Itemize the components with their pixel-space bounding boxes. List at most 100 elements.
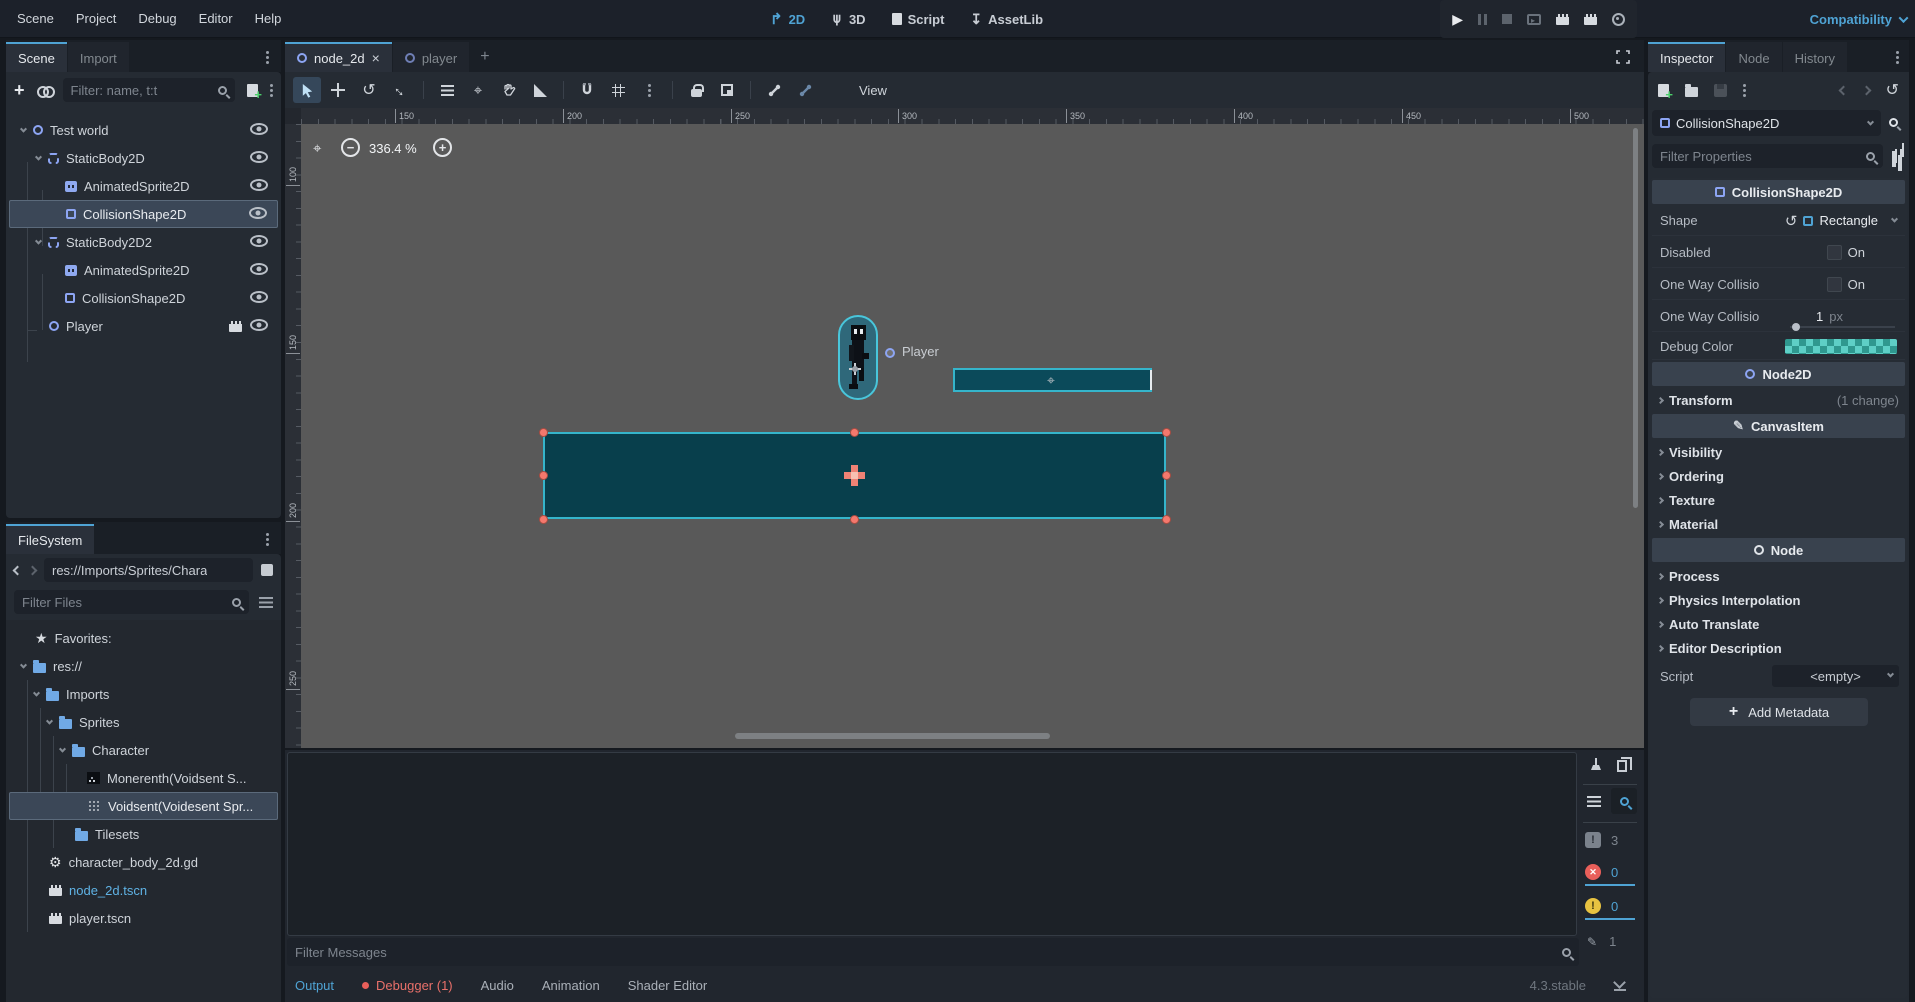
add-metadata-button[interactable]: + Add Metadata bbox=[1690, 698, 1868, 726]
scene-filter-input[interactable]: Filter: name, t:t bbox=[62, 78, 235, 102]
shape-handle[interactable] bbox=[539, 515, 548, 524]
add-node-button[interactable]: + bbox=[14, 80, 25, 101]
collapse-chevron-icon[interactable] bbox=[19, 125, 28, 133]
visibility-eye-icon[interactable] bbox=[250, 123, 268, 135]
revert-icon[interactable]: ↺ bbox=[1785, 212, 1798, 230]
grid-snap-toggle[interactable] bbox=[604, 77, 632, 103]
collapse-chevron-icon[interactable] bbox=[58, 745, 67, 753]
center-view-icon[interactable]: ⌖ bbox=[313, 140, 321, 157]
copy-icon[interactable] bbox=[1617, 757, 1632, 772]
dock-menu-icon[interactable] bbox=[266, 538, 269, 541]
group-process[interactable]: Process bbox=[1652, 564, 1905, 588]
warning-count-toggle[interactable]: ! 0 bbox=[1585, 898, 1635, 920]
play-current-scene-button[interactable] bbox=[1556, 13, 1569, 25]
vertical-scrollbar[interactable] bbox=[1633, 128, 1638, 508]
tab-player-scene[interactable]: player bbox=[392, 42, 470, 72]
tab-filesystem[interactable]: FileSystem bbox=[6, 524, 95, 554]
debugger-message-list[interactable] bbox=[287, 752, 1577, 936]
group-visibility[interactable]: Visibility bbox=[1652, 440, 1905, 464]
open-scene-icon[interactable] bbox=[229, 320, 242, 332]
fs-row-sprites[interactable]: Sprites bbox=[9, 708, 278, 736]
fs-row-favorites[interactable]: ★ Favorites: bbox=[9, 624, 278, 652]
visibility-eye-icon[interactable] bbox=[249, 207, 267, 219]
shape-handle[interactable] bbox=[850, 428, 859, 437]
sort-files-icon[interactable] bbox=[259, 596, 273, 608]
skeleton-bone-icon[interactable] bbox=[760, 77, 788, 103]
shape-handle[interactable] bbox=[1162, 471, 1171, 480]
fs-row-tilesets[interactable]: Tilesets bbox=[9, 820, 278, 848]
error-count-toggle[interactable]: ✕ 0 bbox=[1585, 864, 1635, 886]
tab-output[interactable]: Output bbox=[295, 978, 334, 993]
tab-node[interactable]: Node bbox=[1726, 42, 1782, 72]
path-breadcrumb[interactable]: res://Imports/Sprites/Chara bbox=[44, 558, 253, 582]
tab-scene[interactable]: Scene bbox=[6, 42, 67, 72]
fs-row-character-body-gd[interactable]: ⚙ character_body_2d.gd bbox=[9, 848, 278, 876]
margin-slider-grabber[interactable] bbox=[1792, 323, 1800, 331]
play-custom-scene-button[interactable] bbox=[1584, 13, 1597, 25]
load-resource-button[interactable] bbox=[1685, 83, 1698, 97]
fs-row-node2d-tscn[interactable]: node_2d.tscn bbox=[9, 876, 278, 904]
collapse-chevron-icon[interactable] bbox=[45, 717, 54, 725]
group-auto-translate[interactable]: Auto Translate bbox=[1652, 612, 1905, 636]
tree-row-test-world[interactable]: Test world bbox=[9, 116, 278, 144]
select-tool[interactable] bbox=[293, 77, 321, 103]
group-selected-button[interactable] bbox=[713, 77, 741, 103]
tree-row-collisionshape2d-2[interactable]: CollisionShape2D bbox=[9, 284, 278, 312]
collapse-chevron-icon[interactable] bbox=[32, 689, 41, 697]
dock-menu-icon[interactable] bbox=[1896, 56, 1899, 59]
margin-slider[interactable] bbox=[1790, 326, 1895, 328]
view-menu[interactable]: View bbox=[849, 79, 897, 102]
property-tools-icon[interactable] bbox=[1893, 149, 1905, 163]
shape-value[interactable]: Rectangle bbox=[1819, 213, 1878, 228]
nav-forward-icon[interactable] bbox=[27, 565, 38, 575]
group-ordering[interactable]: Ordering bbox=[1652, 464, 1905, 488]
debug-color-swatch[interactable] bbox=[1785, 339, 1897, 354]
move-panel-up-icon[interactable] bbox=[1614, 979, 1626, 991]
instance-scene-button[interactable] bbox=[36, 85, 55, 98]
fs-row-monerenth[interactable]: Monerenth(Voidsent S... bbox=[9, 764, 278, 792]
tree-row-animatedsprite2d-2[interactable]: AnimatedSprite2D bbox=[9, 256, 278, 284]
group-transform[interactable]: Transform (1 change) bbox=[1652, 388, 1905, 412]
renderer-selector[interactable]: Compatibility bbox=[1810, 0, 1909, 38]
toggle-split-mode-button[interactable] bbox=[261, 564, 273, 576]
shape-center-cross[interactable] bbox=[844, 465, 865, 486]
group-texture[interactable]: Texture bbox=[1652, 488, 1905, 512]
play-remote-icon[interactable]: ▸ bbox=[1527, 13, 1541, 25]
group-editor-description[interactable]: Editor Description bbox=[1652, 636, 1905, 660]
canvas[interactable]: ⌖ − 336.4 % + Player ⌖ bbox=[301, 124, 1644, 748]
visibility-eye-icon[interactable] bbox=[250, 179, 268, 191]
fs-row-voidsent-selected[interactable]: Voidsent(Voidesent Spr... bbox=[9, 792, 278, 820]
tree-row-staticbody2d[interactable]: StaticBody2D bbox=[9, 144, 278, 172]
visibility-eye-icon[interactable] bbox=[250, 319, 268, 331]
tab-2d[interactable]: ↱ 2D bbox=[770, 10, 805, 28]
snap-options-menu[interactable] bbox=[635, 77, 663, 103]
filter-properties-input[interactable]: Filter Properties bbox=[1652, 144, 1883, 168]
tab-shader-editor[interactable]: Shader Editor bbox=[628, 978, 708, 993]
tab-debugger[interactable]: Debugger (1) bbox=[362, 978, 453, 993]
tab-3d[interactable]: ⋔ 3D bbox=[831, 11, 865, 28]
attach-script-button[interactable] bbox=[247, 83, 262, 102]
skeleton-options-icon[interactable] bbox=[791, 77, 819, 103]
fs-row-imports[interactable]: Imports bbox=[9, 680, 278, 708]
collapse-chevron-icon[interactable] bbox=[34, 153, 43, 161]
tree-row-player[interactable]: Player bbox=[9, 312, 278, 340]
platform-shape-small[interactable]: ⌖ bbox=[953, 368, 1152, 392]
smart-snap-toggle[interactable] bbox=[573, 77, 601, 103]
fs-row-character[interactable]: Character bbox=[9, 736, 278, 764]
object-history-icon[interactable]: ↺ bbox=[1886, 80, 1899, 100]
resource-menu-icon[interactable] bbox=[1743, 88, 1746, 92]
expand-viewport-icon[interactable] bbox=[1616, 50, 1630, 64]
menu-debug[interactable]: Debug bbox=[127, 0, 187, 37]
open-docs-icon[interactable] bbox=[1889, 115, 1905, 131]
pan-tool[interactable] bbox=[495, 77, 523, 103]
dock-menu-icon[interactable] bbox=[266, 56, 269, 59]
tab-audio[interactable]: Audio bbox=[481, 978, 514, 993]
pivot-tool[interactable]: ⌖ bbox=[464, 77, 492, 103]
stop-button[interactable] bbox=[1502, 14, 1512, 24]
nav-back-icon[interactable] bbox=[12, 565, 23, 575]
tree-row-animatedsprite2d[interactable]: AnimatedSprite2D bbox=[9, 172, 278, 200]
tab-history[interactable]: History bbox=[1782, 42, 1848, 72]
collapse-chevron-icon[interactable] bbox=[19, 661, 28, 669]
list-select-tool[interactable] bbox=[433, 77, 461, 103]
collapse-chevron-icon[interactable] bbox=[34, 237, 43, 245]
